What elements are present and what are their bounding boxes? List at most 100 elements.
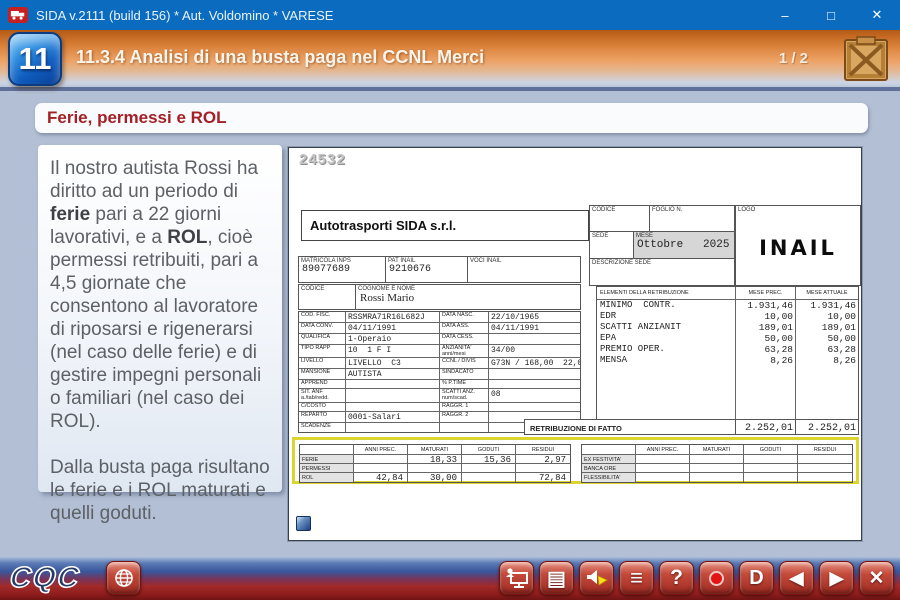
salary-filler xyxy=(597,366,858,420)
detail-value: 22/10/1965 xyxy=(489,312,580,323)
payslip-detail-row: DATA CONV. 04/11/1991 DATA ASS. 04/11/19… xyxy=(299,323,580,334)
detail-value: 04/11/1991 xyxy=(489,323,580,334)
cqc-logo: CQC xyxy=(8,562,82,595)
record-button[interactable] xyxy=(699,561,734,595)
payslip-detail-row: TIPO RAPP 10 1 F I ANZIANITA' anni/mesi … xyxy=(299,345,580,358)
leave-row-label: PERMESSI xyxy=(300,464,354,473)
leave-residui-value: 72,84 xyxy=(516,473,570,482)
help-button[interactable]: ? xyxy=(659,561,694,595)
pat-inail-value: 9210676 xyxy=(386,264,467,275)
exit-button[interactable]: ✕ xyxy=(859,561,894,595)
detail-value: LIVELLO C3 xyxy=(346,358,440,369)
salary-header-row: ELEMENTI DELLA RETRIBUZIONE MESE PREC. M… xyxy=(597,287,858,300)
detail-value xyxy=(346,423,440,432)
salary-item-name: EDR xyxy=(597,311,736,322)
detail-label: % P.TIME xyxy=(440,380,489,389)
leave-table-right: ANNI PREC. MATURATI GODUTI RESIDUI EX FE… xyxy=(581,444,853,483)
leave-table-left: ANNI PREC. MATURATI GODUTI RESIDUI FERIE… xyxy=(299,444,571,483)
detail-label: QUALIFICA xyxy=(299,334,346,345)
detail-label: TIPO RAPP xyxy=(299,345,346,358)
section-title: Ferie, permessi e ROL xyxy=(47,108,227,128)
detail-value: 08 xyxy=(489,389,580,402)
previous-button[interactable]: ◀ xyxy=(779,561,814,595)
lesson-content: Ferie, permessi e ROL Il nostro autista … xyxy=(0,95,900,557)
mese-value: Ottobre 2025 xyxy=(634,239,734,251)
detail-label xyxy=(440,423,489,432)
detail-value: 34/00 xyxy=(489,345,580,358)
globe-button[interactable] xyxy=(106,561,141,595)
salary-item-name: EPA xyxy=(597,333,736,344)
detail-value: 1-Operaio xyxy=(346,334,440,345)
retribuzione-di-fatto-label: RETRIBUZIONE DI FATTO xyxy=(524,419,736,435)
chapter-badge: 11 xyxy=(8,32,62,86)
salary-row: MENSA 8,26 8,26 xyxy=(597,355,858,366)
leave-col-maturati: MATURATI xyxy=(408,445,462,455)
document-button[interactable]: ▤ xyxy=(539,561,574,595)
close-window-button[interactable]: ✕ xyxy=(854,0,900,30)
close-icon: ✕ xyxy=(869,567,885,590)
payslip-document: 24532 Autotrasporti SIDA s.r.l. CODICE F… xyxy=(288,147,862,541)
leave-header-row: ANNI PREC. MATURATI GODUTI RESIDUI xyxy=(582,445,852,455)
list-button[interactable]: ≡ xyxy=(619,561,654,595)
salary-rows: MINIMO CONTR. 1.931,46 1.931,46 EDR 10,0… xyxy=(597,300,858,366)
leave-col-maturati: MATURATI xyxy=(690,445,744,455)
leave-maturati-value xyxy=(690,473,744,482)
d-button[interactable]: D xyxy=(739,561,774,595)
codice-dipendente-label: CODICE xyxy=(299,285,355,292)
leave-row: FLESSIBILITA' xyxy=(582,473,852,482)
salary-prev-value: 50,00 xyxy=(736,333,796,344)
toolbar: CQC ▤ xyxy=(0,557,900,600)
payslip-detail-row: C/COSTO RAGGR. 1 xyxy=(299,403,580,412)
leave-maturati-value: 18,33 xyxy=(408,455,462,464)
maximize-button[interactable]: □ xyxy=(808,0,854,30)
audio-button[interactable] xyxy=(579,561,614,595)
detail-value xyxy=(346,403,440,412)
leave-header-row: ANNI PREC. MATURATI GODUTI RESIDUI xyxy=(300,445,570,455)
salary-prev-value: 8,26 xyxy=(736,355,796,366)
minimize-button[interactable]: – xyxy=(762,0,808,30)
leave-goduti-value: 15,36 xyxy=(462,455,516,464)
window-title: SIDA v.2111 (build 156) * Aut. Voldomino… xyxy=(36,8,762,23)
leave-corner-cell xyxy=(300,445,354,455)
lesson-header: 11 11.3.4 Analisi di una busta paga nel … xyxy=(0,30,900,91)
screen-share-icon xyxy=(505,567,529,589)
voci-inail-cell: VOCI INAIL xyxy=(467,256,581,283)
leave-row-label: EX FESTIVITA' xyxy=(582,455,636,464)
detail-value xyxy=(346,380,440,389)
detail-label: ANZIANITA' anni/mesi xyxy=(440,345,489,358)
detail-label: SCADENZE xyxy=(299,423,346,432)
leave-residui-value xyxy=(516,464,570,473)
payslip-detail-row: QUALIFICA 1-Operaio DATA CESS. xyxy=(299,334,580,345)
d-icon: D xyxy=(749,567,763,590)
leave-goduti-value xyxy=(462,464,516,473)
cognome-nome-cell: COGNOME E NOME Rossi Mario xyxy=(355,284,581,310)
leave-highlight-band: ANNI PREC. MATURATI GODUTI RESIDUI FERIE… xyxy=(292,437,859,484)
lesson-paragraph-2: Dalla busta paga risultano le ferie e i … xyxy=(50,456,272,525)
detail-label: COD. FISC. xyxy=(299,312,346,323)
salary-curr-value: 8,26 xyxy=(796,355,858,366)
lesson-title: 11.3.4 Analisi di una busta paga nel CCN… xyxy=(76,47,484,68)
leave-residui-value xyxy=(798,464,852,473)
screen-share-button[interactable] xyxy=(499,561,534,595)
payslip-logo-cell: LOGO INAIL xyxy=(735,205,861,286)
truck-app-icon xyxy=(8,7,28,23)
payslip-detail-row: COD. FISC. RSSMRA71R16L682J DATA NASC. 2… xyxy=(299,312,580,323)
detail-label: LIVELLO xyxy=(299,358,346,369)
salary-prev-value: 10,00 xyxy=(736,311,796,322)
globe-icon xyxy=(113,567,135,589)
salary-item-name: MINIMO CONTR. xyxy=(597,300,736,311)
leave-maturati-value xyxy=(690,464,744,473)
detail-label: DATA ASS. xyxy=(440,323,489,334)
foglio-label: FOGLIO N. xyxy=(650,206,734,213)
detail-value: 04/11/1991 xyxy=(346,323,440,334)
payslip-detail-row: LIVELLO LIVELLO C3 CCNL / DIVIS G73N / 1… xyxy=(299,358,580,369)
detail-label: RAGGR. 1 xyxy=(440,403,489,412)
leave-residui-value: 2,97 xyxy=(516,455,570,464)
salary-elements-table: ELEMENTI DELLA RETRIBUZIONE MESE PREC. M… xyxy=(596,286,859,421)
next-button[interactable]: ▶ xyxy=(819,561,854,595)
payslip-details-table: COD. FISC. RSSMRA71R16L682J DATA NASC. 2… xyxy=(298,311,581,433)
leave-left-rows: FERIE 18,33 15,36 2,97 PERMESSI xyxy=(300,455,570,482)
record-icon xyxy=(709,571,724,586)
payslip-company-name: Autotrasporti SIDA s.r.l. xyxy=(301,210,589,241)
next-icon: ▶ xyxy=(830,568,844,589)
